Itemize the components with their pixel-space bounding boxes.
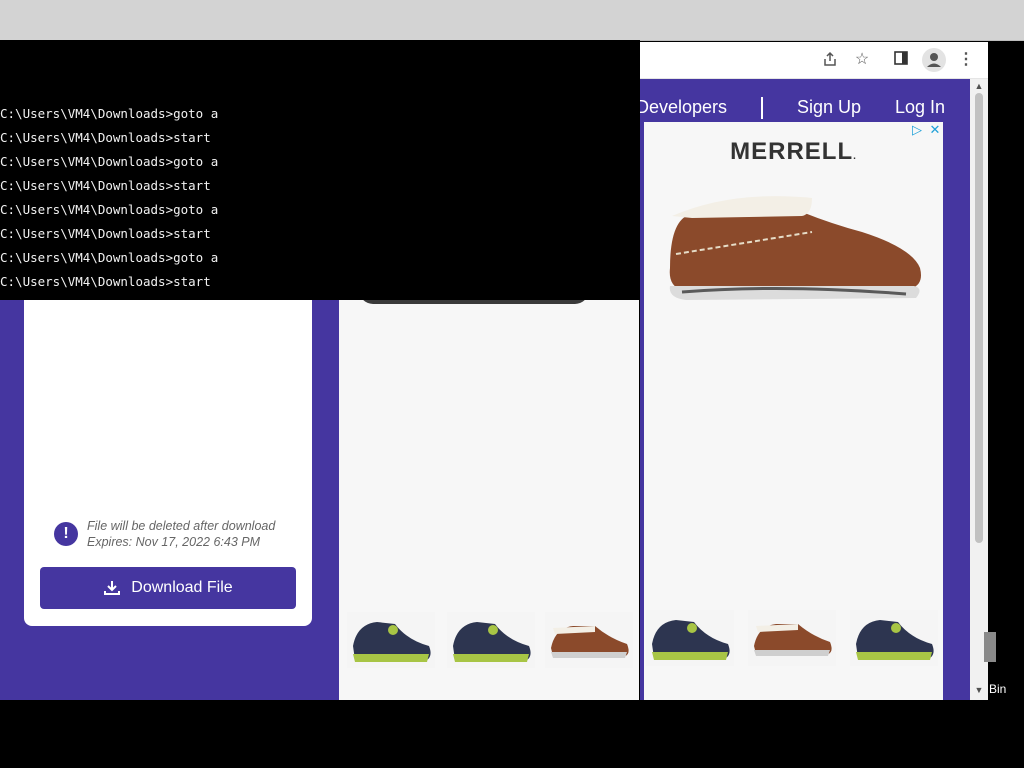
top-bar [0, 0, 1024, 41]
web-page: Developers Sign Up Log In ▷ ✕ MERRELL. [640, 79, 970, 700]
info-icon: ! [54, 522, 78, 546]
nav-log-in[interactable]: Log In [895, 97, 945, 118]
more-menu-icon[interactable]: ⋮ [956, 50, 976, 70]
download-file-button[interactable]: Download File [40, 567, 296, 609]
download-icon [104, 581, 121, 595]
recycle-bin-icon[interactable] [984, 632, 996, 662]
browser-window: ☆ ⋮ Developers Sign Up Log In ▷ ✕ MERREL… [640, 42, 988, 700]
bookmark-star-icon[interactable]: ☆ [852, 50, 872, 70]
ad-panel-left[interactable] [339, 290, 639, 700]
shoe-image [669, 196, 921, 300]
advertisement[interactable]: ▷ ✕ MERRELL. [644, 122, 943, 700]
shoe-thumbnail[interactable] [545, 612, 633, 668]
cmd-line: C:\Users\VM4\Downloads>start [0, 226, 211, 241]
scroll-down-icon[interactable]: ▼ [974, 685, 984, 695]
page-scrollbar[interactable]: ▲ ▼ [970, 79, 988, 700]
cmd-line: C:\Users\VM4\Downloads>start [0, 274, 211, 289]
shoe-thumbnail[interactable] [347, 612, 435, 668]
download-card: ! File will be deleted after download Ex… [24, 290, 312, 626]
command-prompt-window[interactable]: C:\Users\VM4\Downloads>goto a C:\Users\V… [0, 40, 640, 300]
shoe-thumbnail[interactable] [748, 610, 836, 666]
cmd-line: C:\Users\VM4\Downloads>goto a [0, 154, 219, 169]
shoe-thumbnail[interactable] [850, 610, 938, 666]
share-icon[interactable] [820, 50, 840, 70]
nav-sign-up[interactable]: Sign Up [797, 97, 861, 118]
ad-close-icon[interactable]: ✕ [927, 122, 943, 138]
cmd-line: C:\Users\VM4\Downloads>goto a [0, 106, 219, 121]
scrollbar-thumb[interactable] [975, 93, 983, 543]
shoe-thumbnail[interactable] [447, 612, 535, 668]
ad-brand-logo: MERRELL. [730, 138, 857, 165]
ad-header: ▷ ✕ [644, 122, 943, 138]
cmd-line: C:\Users\VM4\Downloads>goto a [0, 202, 219, 217]
cmd-line: C:\Users\VM4\Downloads>start [0, 130, 211, 145]
adchoices-icon[interactable]: ▷ [909, 122, 925, 138]
cmd-line: C:\Users\VM4\Downloads>start [0, 178, 211, 193]
nav-divider [761, 97, 763, 119]
nav-developers[interactable]: Developers [640, 97, 727, 118]
cmd-line: C:\Users\VM4\Downloads>goto a [0, 250, 219, 265]
download-file-label: Download File [131, 579, 233, 596]
profile-icon[interactable] [922, 48, 946, 72]
browser-toolbar: ☆ ⋮ [640, 42, 988, 79]
delete-notice: File will be deleted after download [87, 519, 276, 533]
shoe-thumbnail[interactable] [646, 610, 734, 666]
scroll-up-icon[interactable]: ▲ [974, 81, 984, 91]
side-panel-icon[interactable] [891, 50, 911, 70]
expiry-notice: Expires: Nov 17, 2022 6:43 PM [87, 535, 261, 549]
recycle-bin-label[interactable]: Bin [989, 682, 1006, 696]
